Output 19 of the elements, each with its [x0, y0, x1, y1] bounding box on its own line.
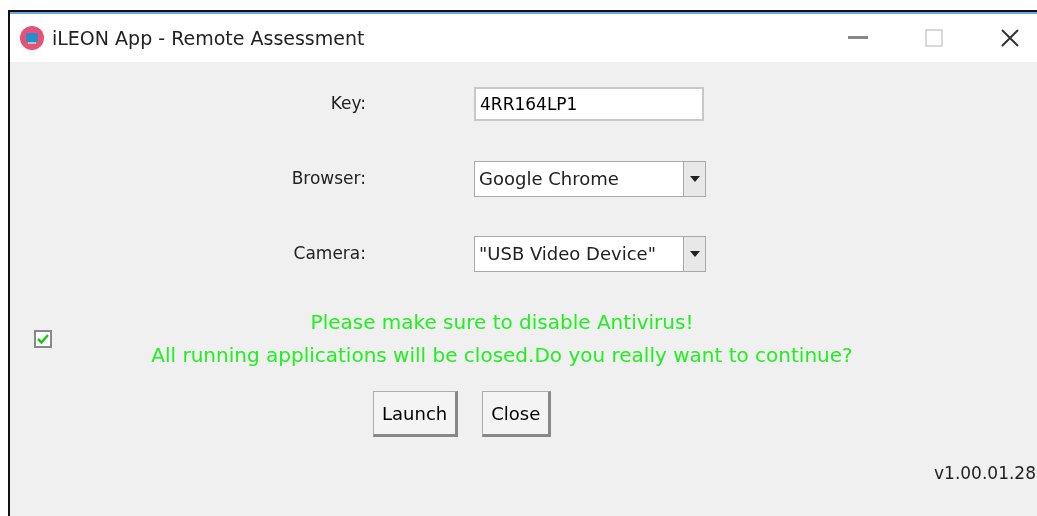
dropdown[interactable]: "USB Video Device" — [474, 235, 706, 272]
caret-icon — [689, 250, 700, 257]
key-field[interactable]: 4RR164LP1 — [474, 86, 704, 121]
dialog-button[interactable]: Close — [482, 391, 552, 437]
field-label: Browser: — [291, 166, 366, 190]
window-title: iLEON App - Remote Assessment — [52, 25, 366, 51]
dropdown[interactable]: Google Chrome — [474, 160, 706, 197]
checkbox[interactable] — [34, 330, 52, 348]
caret-icon — [689, 175, 700, 182]
version-label: v1.00.01.28 — [934, 462, 1036, 485]
check-icon — [37, 334, 49, 344]
warning-text: All running applications will be closed.Do you really want to continue? — [150, 342, 854, 369]
minimize-icon[interactable] — [848, 36, 868, 40]
dialog-button[interactable]: Launch — [373, 391, 459, 437]
warning-text: Please make sure to disable Antivirus! — [309, 309, 695, 336]
field-label: Camera: — [293, 241, 366, 265]
field-label: Key: — [330, 91, 366, 115]
app-icon — [20, 26, 44, 50]
close-icon[interactable] — [1000, 28, 1020, 48]
